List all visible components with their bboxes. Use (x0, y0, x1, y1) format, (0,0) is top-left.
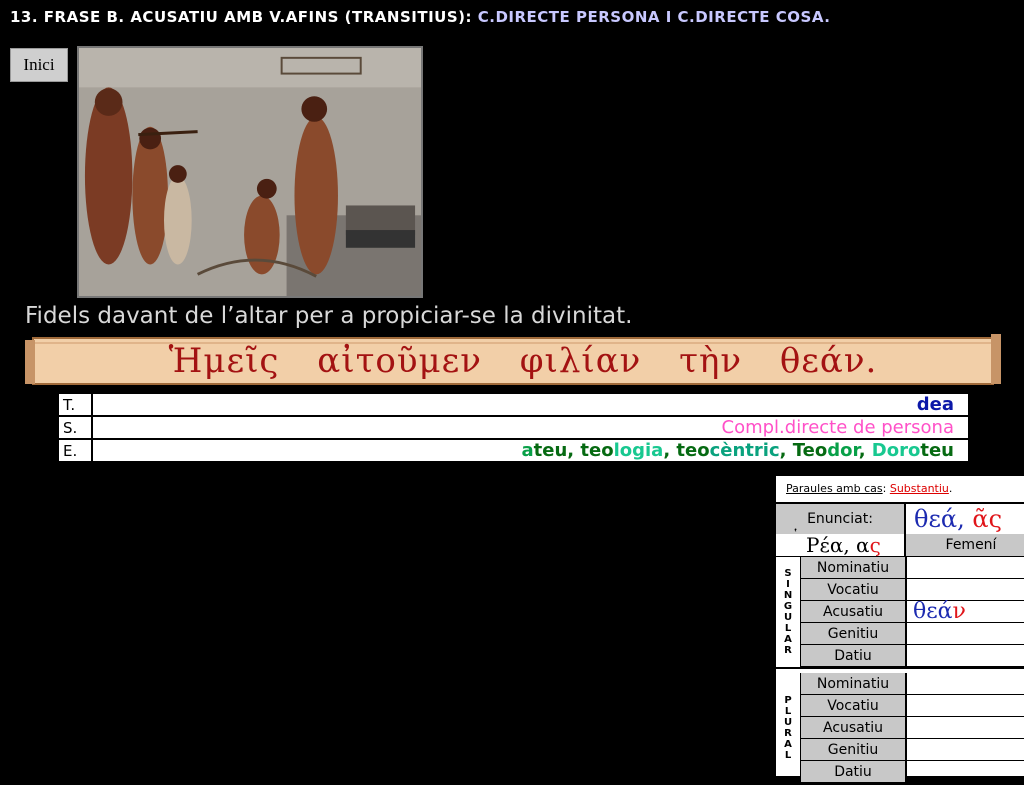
page-title: 13. FRASE B. ACUSATIU AMB V.AFINS (TRANS… (10, 8, 830, 26)
etym-part: dor (827, 440, 859, 461)
singular-block: SINGULAR Nominatiu Vocatiu Acusatiu Geni… (776, 557, 1024, 669)
row-label: E. (57, 438, 93, 463)
table-row: E. ateu, teologia, teocèntric, Teodor, D… (57, 438, 970, 463)
accusative-ending: ν (952, 599, 966, 624)
case-value-accusative: θεά ν (907, 599, 1024, 624)
etym-part: logia (613, 440, 664, 461)
plural-block: PLURAL Nominatiu Vocatiu Acusatiu Geniti… (776, 673, 1024, 785)
declension-panel: Paraules amb cas: Substantiu. Enunciat: … (776, 476, 1024, 785)
case-label: Nominatiu (801, 673, 905, 695)
etym-part: , (663, 440, 677, 461)
enunciat-ending: ᾶς (972, 505, 1003, 533)
plural-values (907, 673, 1024, 783)
singular-values: θεά ν (907, 557, 1024, 667)
case-label: Acusatiu (801, 717, 905, 739)
etym-part: cèntric (709, 440, 780, 461)
image-caption: Fidels davant de l’altar per a propiciar… (25, 303, 633, 329)
model-word: ῾ Ρέα, ας (776, 528, 906, 557)
model-alpha: α (856, 533, 870, 557)
title-prefix: 13. FRASE B. ACUSATIU AMB V.AFINS (TRANS… (10, 8, 473, 26)
case-value (907, 623, 1024, 645)
accusative-stem: θεά (913, 599, 953, 624)
panel-header-type: Substantiu (889, 482, 949, 495)
model-stem: Ρέα, (806, 533, 850, 557)
plural-cases: Nominatiu Vocatiu Acusatiu Genitiu Datiu (801, 673, 907, 783)
case-value (907, 557, 1024, 579)
panel-header: Paraules amb cas: Substantiu. (776, 476, 1024, 504)
case-value (907, 645, 1024, 667)
etymology-value: ateu, teologia, teocèntric, Teodor, Doro… (91, 438, 970, 463)
etym-part: Teo (792, 440, 828, 461)
etym-part: a (521, 440, 534, 461)
panel-header-label: Paraules amb cas (786, 482, 883, 495)
gender-label: Femení (906, 534, 1024, 556)
model-row: ῾ Ρέα, ας Femení (776, 528, 1024, 557)
plural-label: PLURAL (776, 673, 801, 783)
etym-part: , (779, 440, 793, 461)
etym-part: teu (533, 440, 568, 461)
singular-cases: Nominatiu Vocatiu Acusatiu Genitiu Datiu (801, 557, 907, 667)
panel-header-sep: : (882, 482, 887, 495)
case-label: Datiu (801, 761, 905, 783)
enunciat-value: θεά, ᾶς (906, 504, 1002, 534)
case-value (907, 579, 1024, 601)
translation-value: dea (916, 394, 954, 415)
table-row: S. Compl.directe de persona (57, 415, 970, 440)
case-value (907, 695, 1024, 717)
parchment-scroll: Ἡμεῖς αἰτοῦμεν φιλίαν τὴν θεάν. (25, 332, 1001, 390)
model-sigma: ς (869, 533, 881, 557)
case-label: Vocatiu (801, 579, 905, 601)
case-label: Genitiu (801, 623, 905, 645)
etym-part: teo (580, 440, 614, 461)
case-label: Genitiu (801, 739, 905, 761)
etym-part: teo (676, 440, 710, 461)
row-label: T. (57, 392, 93, 417)
home-button[interactable]: Inici (10, 48, 68, 82)
case-value (907, 739, 1024, 761)
panel-header-end: . (948, 482, 953, 495)
model-spirit: ῾ (792, 528, 799, 544)
etym-part: Doro (871, 440, 921, 461)
etym-part: , (858, 440, 872, 461)
row-label: S. (57, 415, 93, 440)
case-value (907, 717, 1024, 739)
tse-table: T. dea S. Compl.directe de persona E. at… (57, 392, 970, 463)
case-label: Nominatiu (801, 557, 905, 579)
etym-part: teu (920, 440, 954, 461)
syntax-value: Compl.directe de persona (721, 417, 954, 438)
case-label: Datiu (801, 645, 905, 667)
etym-part: , (567, 440, 581, 461)
enunciat-stem: θεά, (914, 505, 965, 533)
case-value (907, 673, 1024, 695)
case-value (907, 761, 1024, 783)
case-label: Acusatiu (801, 601, 905, 623)
singular-label: SINGULAR (776, 557, 801, 667)
case-label: Vocatiu (801, 695, 905, 717)
greek-sentence: Ἡμεῖς αἰτοῦμεν φιλίαν τὴν θεάν. (168, 341, 878, 381)
title-highlight: C.DIRECTE PERSONA I C.DIRECTE COSA. (477, 8, 831, 26)
table-row: T. dea (57, 392, 970, 417)
enunciat-row: Enunciat: θεά, ᾶς (776, 504, 1024, 534)
vase-painting-image (77, 46, 423, 298)
